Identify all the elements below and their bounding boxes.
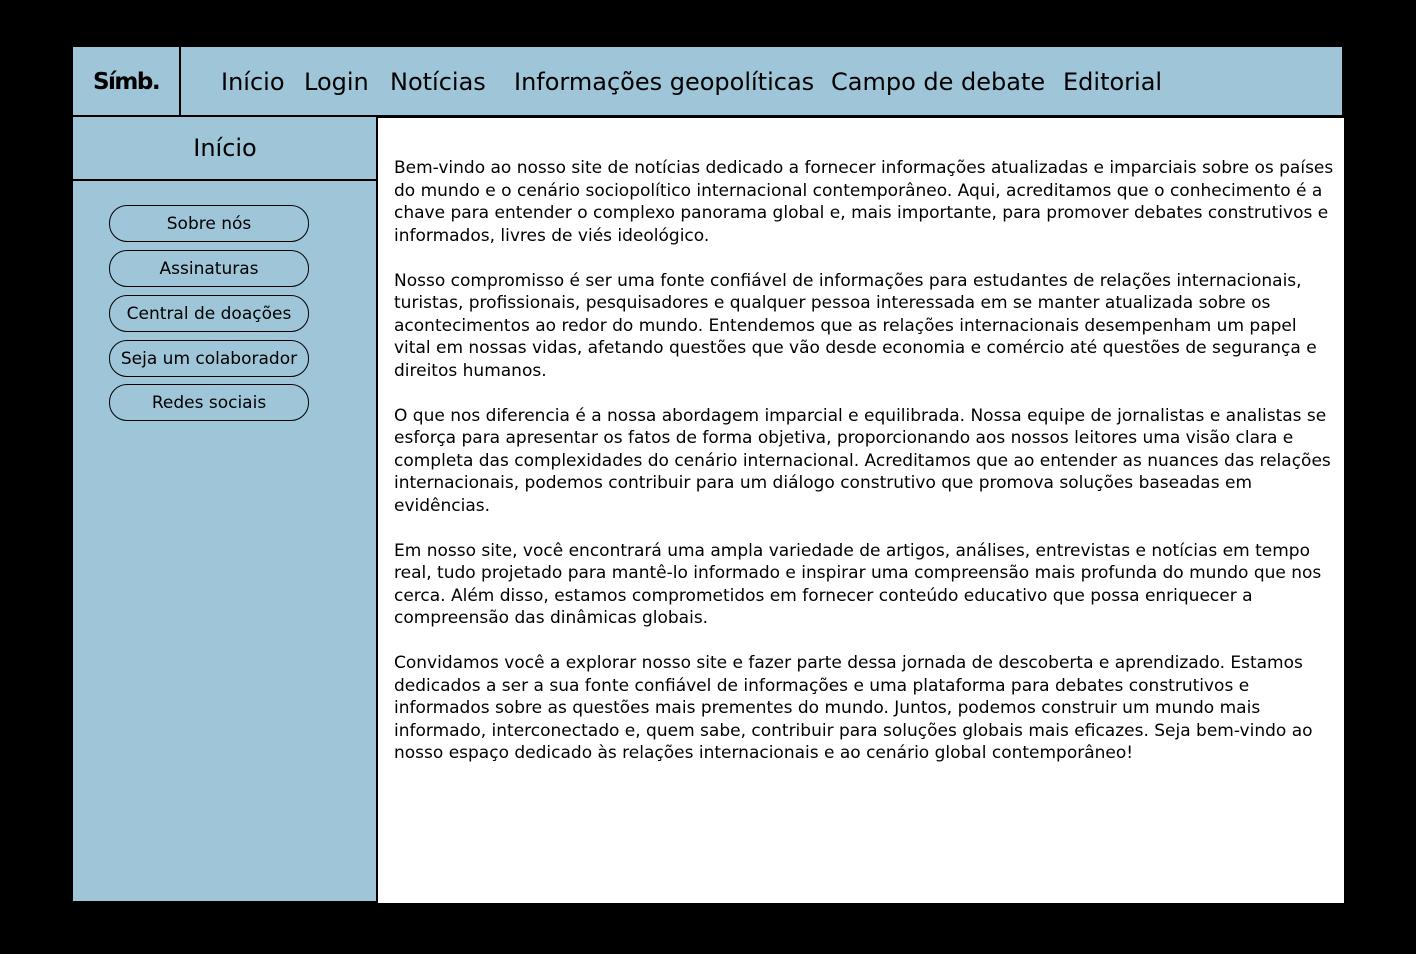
paragraph-offerings: Em nosso site, você encontrará uma ampla… [394, 540, 1322, 629]
app-frame: Símb. Início Login Notícias Informações … [71, 45, 1344, 903]
sidebar-title: Início [73, 117, 377, 181]
main-content: Bem-vindo ao nosso site de notícias dedi… [376, 117, 1344, 903]
nav-link-inicio[interactable]: Início [221, 67, 285, 97]
top-navbar: Símb. Início Login Notícias Informações … [73, 47, 1342, 117]
nav-link-campo-de-debate[interactable]: Campo de debate [831, 67, 1045, 97]
nav-link-informacoes-geopoliticas[interactable]: Informações geopolíticas [514, 67, 814, 97]
sidebar-button-redes-sociais[interactable]: Redes sociais [109, 384, 309, 421]
paragraph-differentiator: O que nos diferencia é a nossa abordagem… [394, 405, 1331, 516]
sidebar-button-central-de-doacoes[interactable]: Central de doações [109, 295, 309, 332]
paragraph-invitation: Convidamos você a explorar nosso site e … [394, 653, 1313, 763]
sidebar: Início Sobre nós Assinaturas Central de … [73, 117, 377, 903]
nav-link-editorial[interactable]: Editorial [1063, 67, 1162, 97]
sidebar-button-seja-um-colaborador[interactable]: Seja um colaborador [109, 340, 309, 377]
nav-link-login[interactable]: Login [304, 67, 369, 97]
site-logo[interactable]: Símb. [73, 47, 181, 117]
paragraph-commitment: Nosso compromisso é ser uma fonte confiá… [394, 270, 1317, 381]
sidebar-button-assinaturas[interactable]: Assinaturas [109, 250, 309, 287]
paragraph-intro: Bem-vindo ao nosso site de notícias dedi… [394, 158, 1334, 246]
nav-link-noticias[interactable]: Notícias [390, 67, 486, 97]
sidebar-button-sobre-nos[interactable]: Sobre nós [109, 205, 309, 242]
article-body: Bem-vindo ao nosso site de notícias dedi… [394, 157, 1338, 787]
